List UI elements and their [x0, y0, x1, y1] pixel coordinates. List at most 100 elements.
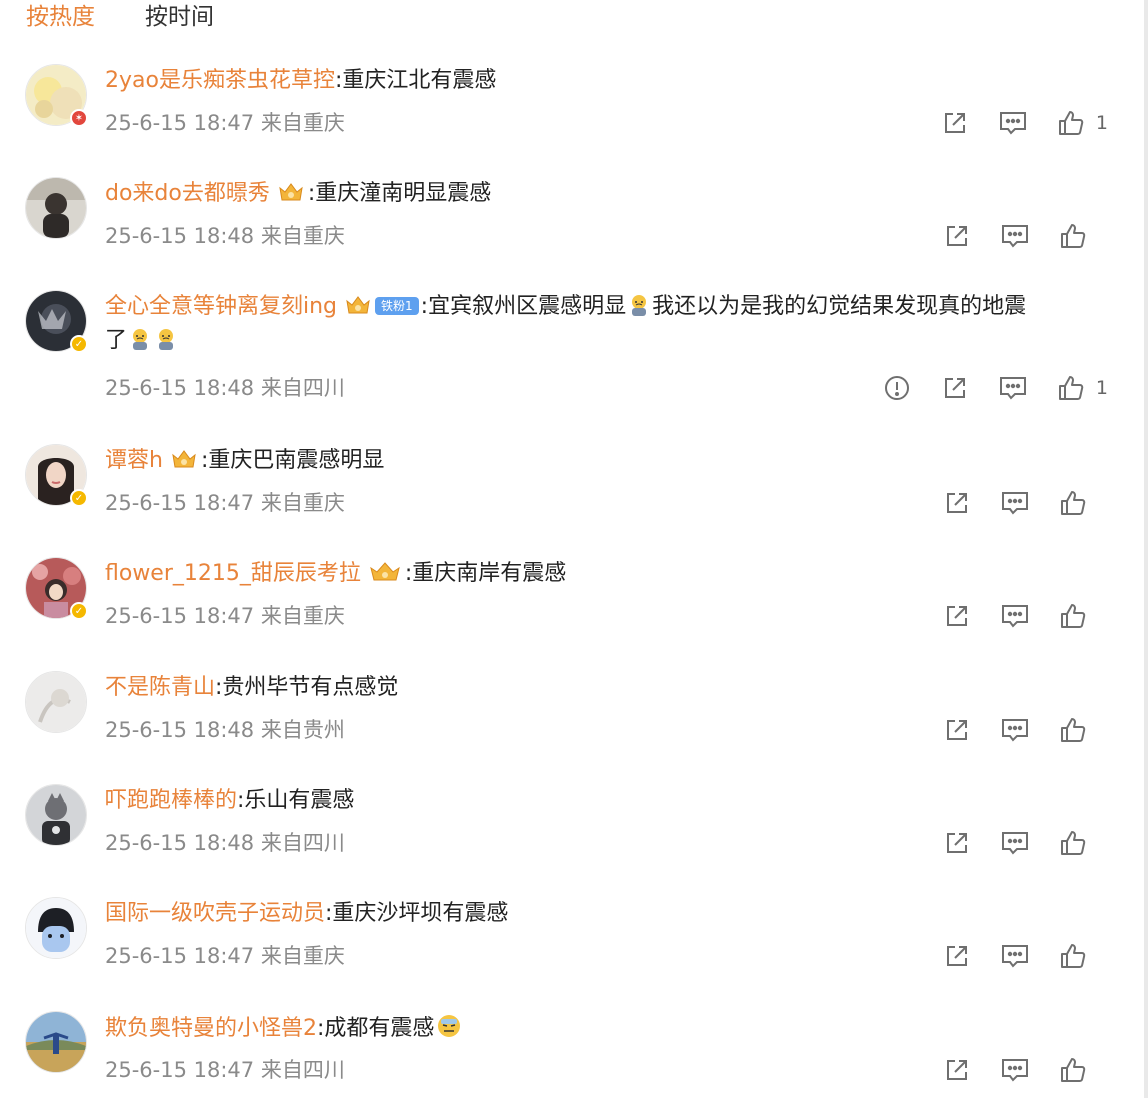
comment-body: 吓跑跑棒棒的:乐山有震感 [105, 786, 354, 816]
avatar[interactable]: ✓ [25, 557, 88, 620]
report-icon[interactable] [882, 373, 912, 403]
share-icon[interactable] [942, 828, 972, 858]
comment-text-end: 了 [105, 328, 128, 353]
comment-icon[interactable] [1000, 488, 1030, 518]
comment-icon[interactable] [1000, 715, 1030, 745]
comment-meta: 25-6-15 18:48 来自四川 [105, 831, 345, 855]
crown-badge-icon [344, 293, 372, 326]
avatar-image [26, 1012, 86, 1072]
share-icon[interactable] [940, 373, 970, 403]
like-control[interactable] [1058, 1055, 1108, 1085]
sweat-emoji-icon [436, 1013, 462, 1048]
thumbs-up-icon[interactable] [1058, 828, 1088, 858]
comment-icon[interactable] [998, 373, 1028, 403]
sort-tabs: 按热度 按时间 [26, 0, 214, 34]
tab-sort-time[interactable]: 按时间 [145, 0, 214, 34]
comment-icon[interactable] [1000, 828, 1030, 858]
verified-badge-icon: ✓ [70, 489, 88, 507]
avatar[interactable] [25, 784, 87, 846]
verified-badge-icon: ✶ [70, 109, 88, 127]
username[interactable]: 国际一级吹壳子运动员 [105, 901, 325, 926]
share-icon[interactable] [942, 941, 972, 971]
comment-actions: 1 [882, 373, 1108, 403]
comment-text: :重庆潼南明显震感 [307, 181, 492, 206]
tab-sort-hot[interactable]: 按热度 [26, 0, 95, 34]
avatar-image [26, 178, 86, 238]
avatar-image [26, 672, 86, 732]
comment-text: :成都有震感 [317, 1016, 435, 1041]
avatar[interactable]: ✓ [25, 444, 88, 507]
comment-icon[interactable] [1000, 941, 1030, 971]
avatar[interactable] [25, 897, 87, 959]
comment-icon[interactable] [1000, 601, 1030, 631]
comment-meta: 25-6-15 18:48 来自贵州 [105, 718, 345, 742]
username[interactable]: flower_1215_甜辰辰考拉 [105, 561, 361, 586]
comment-actions: 1 [940, 108, 1108, 138]
comment-actions [942, 715, 1108, 745]
like-control[interactable] [1058, 715, 1108, 745]
crying-emoji-icon [155, 327, 177, 360]
avatar[interactable] [25, 671, 87, 733]
comment-meta: 25-6-15 18:48 来自四川 [105, 376, 345, 400]
thumbs-up-icon[interactable] [1058, 601, 1088, 631]
username[interactable]: 2yao是乐痴茶虫花草控 [105, 68, 335, 93]
like-control[interactable] [1058, 601, 1108, 631]
comment-icon[interactable] [1000, 221, 1030, 251]
comment-text: :贵州毕节有点感觉 [215, 675, 399, 700]
username[interactable]: 谭蓉h [105, 448, 163, 473]
thumbs-up-icon[interactable] [1058, 1055, 1088, 1085]
comment-body: 国际一级吹壳子运动员:重庆沙坪坝有震感 [105, 899, 508, 929]
comment-meta: 25-6-15 18:47 来自四川 [105, 1058, 345, 1082]
verified-badge-icon: ✓ [70, 602, 88, 620]
like-count: 1 [1095, 377, 1108, 399]
comment-actions [942, 1055, 1108, 1085]
avatar-image [26, 898, 86, 958]
comment-actions [942, 221, 1108, 251]
crown-badge-icon [368, 560, 402, 593]
comment-body: 2yao是乐痴茶虫花草控:重庆江北有震感 [105, 66, 496, 96]
share-icon[interactable] [942, 1055, 972, 1085]
thumbs-up-icon[interactable] [1058, 221, 1088, 251]
comment-icon[interactable] [998, 108, 1028, 138]
comment-meta: 25-6-15 18:47 来自重庆 [105, 604, 345, 628]
thumbs-up-icon[interactable] [1058, 941, 1088, 971]
comment-text: :宜宾叙州区震感明显 [420, 294, 627, 319]
comment-icon[interactable] [1000, 1055, 1030, 1085]
like-control[interactable]: 1 [1056, 108, 1108, 138]
comment-actions [942, 488, 1108, 518]
avatar[interactable] [25, 1011, 87, 1073]
like-control[interactable] [1058, 221, 1108, 251]
comment-body: do来do去都暻秀 :重庆潼南明显震感 [105, 179, 491, 213]
thumbs-up-icon[interactable] [1058, 488, 1088, 518]
username[interactable]: 吓跑跑棒棒的 [105, 788, 237, 813]
like-control[interactable] [1058, 828, 1108, 858]
comment-meta: 25-6-15 18:47 来自重庆 [105, 944, 345, 968]
comment-text: :重庆沙坪坝有震感 [325, 901, 509, 926]
thumbs-up-icon[interactable] [1058, 715, 1088, 745]
thumbs-up-icon[interactable] [1056, 108, 1086, 138]
like-count: 1 [1095, 112, 1108, 134]
like-control[interactable]: 1 [1056, 373, 1108, 403]
crown-badge-icon [277, 180, 305, 213]
share-icon[interactable] [942, 488, 972, 518]
like-control[interactable] [1058, 488, 1108, 518]
username[interactable]: do来do去都暻秀 [105, 181, 270, 206]
share-icon[interactable] [942, 715, 972, 745]
comment-text: :重庆巴南震感明显 [200, 448, 385, 473]
comment-actions [942, 601, 1108, 631]
avatar[interactable] [25, 177, 87, 239]
share-icon[interactable] [940, 108, 970, 138]
share-icon[interactable] [942, 221, 972, 251]
share-icon[interactable] [942, 601, 972, 631]
username[interactable]: 不是陈青山 [105, 675, 215, 700]
fan-badge: 铁粉1 [375, 297, 419, 315]
comment-actions [942, 828, 1108, 858]
avatar[interactable]: ✶ [25, 64, 88, 127]
username[interactable]: 全心全意等钟离复刻ing [105, 294, 337, 319]
avatar[interactable]: ✓ [25, 290, 88, 353]
like-control[interactable] [1058, 941, 1108, 971]
thumbs-up-icon[interactable] [1056, 373, 1086, 403]
comment-body: flower_1215_甜辰辰考拉:重庆南岸有震感 [105, 559, 566, 593]
username[interactable]: 欺负奥特曼的小怪兽2 [105, 1016, 317, 1041]
comment-actions [942, 941, 1108, 971]
